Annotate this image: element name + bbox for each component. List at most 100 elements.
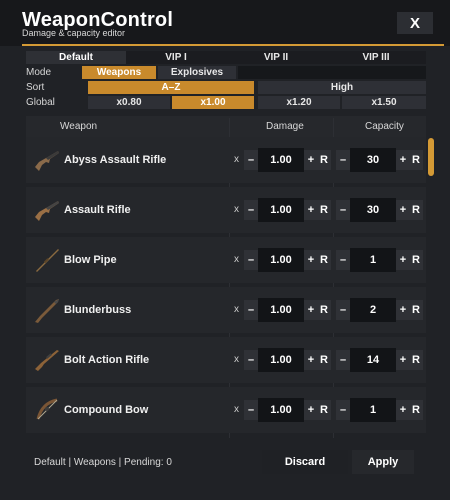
damage-decrease-button[interactable]: – xyxy=(244,250,258,270)
capacity-increase-button[interactable]: + xyxy=(396,150,410,170)
capacity-value[interactable]: 14 xyxy=(350,348,396,372)
table-row: Compound Bow x – 1.00 + R – 1 + R xyxy=(26,387,426,433)
multiplier-sign: x xyxy=(234,404,239,415)
multiplier-sign: x xyxy=(234,354,239,365)
damage-column-header: Damage xyxy=(266,121,304,132)
multiplier-sign: x xyxy=(234,204,239,215)
damage-value[interactable]: 1.00 xyxy=(258,248,304,272)
global-x150-button[interactable]: x1.50 xyxy=(342,96,426,109)
multiplier-sign: x xyxy=(234,304,239,315)
mode-label: Mode xyxy=(26,67,52,78)
mode-row: Mode Weapons Explosives xyxy=(26,66,426,79)
weapon-name: Blow Pipe xyxy=(64,254,117,266)
sort-label: Sort xyxy=(26,82,45,93)
tier-tabs: Default VIP I VIP II VIP III xyxy=(26,51,426,64)
damage-increase-button[interactable]: + xyxy=(304,250,318,270)
global-x100-button[interactable]: x1.00 xyxy=(172,96,254,109)
blow-pipe-icon xyxy=(36,249,59,272)
damage-reset-button[interactable]: R xyxy=(317,200,331,220)
damage-value[interactable]: 1.00 xyxy=(258,148,304,172)
capacity-value[interactable]: 1 xyxy=(350,398,396,422)
capacity-decrease-button[interactable]: – xyxy=(336,350,350,370)
multiplier-sign: x xyxy=(234,254,239,265)
damage-decrease-button[interactable]: – xyxy=(244,200,258,220)
status-text: Default | Weapons | Pending: 0 xyxy=(34,457,172,468)
assault-rifle-icon xyxy=(35,151,59,171)
damage-value[interactable]: 1.00 xyxy=(258,398,304,422)
capacity-value[interactable]: 2 xyxy=(350,298,396,322)
table-row: Bolt Action Rifle x – 1.00 + R – 14 + R xyxy=(26,337,426,383)
list-scrollbar[interactable] xyxy=(428,138,434,176)
capacity-increase-button[interactable]: + xyxy=(396,350,410,370)
capacity-value[interactable]: 1 xyxy=(350,248,396,272)
tab-vip-3[interactable]: VIP III xyxy=(326,51,426,64)
table-row: Blow Pipe x – 1.00 + R – 1 + R xyxy=(26,237,426,283)
damage-increase-button[interactable]: + xyxy=(304,150,318,170)
damage-reset-button[interactable]: R xyxy=(317,150,331,170)
capacity-decrease-button[interactable]: – xyxy=(336,150,350,170)
tab-default[interactable]: Default xyxy=(26,51,126,64)
sort-az-button[interactable]: A–Z xyxy=(88,81,254,94)
damage-increase-button[interactable]: + xyxy=(304,400,318,420)
damage-decrease-button[interactable]: – xyxy=(244,300,258,320)
damage-reset-button[interactable]: R xyxy=(317,350,331,370)
weapon-list: Abyss Assault Rifle x – 1.00 + R – 30 + … xyxy=(26,137,426,440)
weapon-name: Assault Rifle xyxy=(64,204,131,216)
tab-vip-2[interactable]: VIP II xyxy=(226,51,326,64)
mode-weapons-button[interactable]: Weapons xyxy=(82,66,156,79)
damage-increase-button[interactable]: + xyxy=(304,200,318,220)
apply-button[interactable]: Apply xyxy=(352,450,414,474)
damage-decrease-button[interactable]: – xyxy=(244,350,258,370)
damage-value[interactable]: 1.00 xyxy=(258,198,304,222)
capacity-reset-button[interactable]: R xyxy=(409,250,423,270)
header: WeaponControl Damage & capacity editor X xyxy=(0,0,450,46)
table-row: Blunderbuss x – 1.00 + R – 2 + R xyxy=(26,287,426,333)
blunderbuss-icon xyxy=(35,299,59,323)
bolt-rifle-icon xyxy=(35,350,59,371)
capacity-value[interactable]: 30 xyxy=(350,148,396,172)
close-button[interactable]: X xyxy=(397,12,433,34)
capacity-reset-button[interactable]: R xyxy=(409,200,423,220)
table-row: Assault Rifle x – 1.00 + R – 30 + R xyxy=(26,187,426,233)
global-label: Global xyxy=(26,97,55,108)
capacity-value[interactable]: 30 xyxy=(350,198,396,222)
capacity-decrease-button[interactable]: – xyxy=(336,400,350,420)
damage-reset-button[interactable]: R xyxy=(317,250,331,270)
weapon-name: Bolt Action Rifle xyxy=(64,354,150,366)
sort-row: Sort A–Z High xyxy=(26,81,426,94)
capacity-column-header: Capacity xyxy=(365,121,404,132)
mode-explosives-button[interactable]: Explosives xyxy=(158,66,236,79)
capacity-increase-button[interactable]: + xyxy=(396,250,410,270)
weapon-control-panel: WeaponControl Damage & capacity editor X… xyxy=(0,0,450,500)
capacity-increase-button[interactable]: + xyxy=(396,400,410,420)
capacity-increase-button[interactable]: + xyxy=(396,200,410,220)
global-row: Global x0.80 x1.00 x1.20 x1.50 xyxy=(26,96,426,109)
global-x120-button[interactable]: x1.20 xyxy=(258,96,340,109)
capacity-decrease-button[interactable]: – xyxy=(336,250,350,270)
mode-spacer xyxy=(238,66,426,79)
damage-reset-button[interactable]: R xyxy=(317,400,331,420)
multiplier-sign: x xyxy=(234,154,239,165)
capacity-decrease-button[interactable]: – xyxy=(336,200,350,220)
damage-decrease-button[interactable]: – xyxy=(244,400,258,420)
capacity-decrease-button[interactable]: – xyxy=(336,300,350,320)
damage-increase-button[interactable]: + xyxy=(304,300,318,320)
damage-value[interactable]: 1.00 xyxy=(258,298,304,322)
damage-reset-button[interactable]: R xyxy=(317,300,331,320)
sort-high-button[interactable]: High xyxy=(258,81,426,94)
capacity-increase-button[interactable]: + xyxy=(396,300,410,320)
page-subtitle: Damage & capacity editor xyxy=(22,28,126,38)
assault-rifle-icon xyxy=(35,201,59,221)
weapon-name: Compound Bow xyxy=(64,404,149,416)
damage-decrease-button[interactable]: – xyxy=(244,150,258,170)
discard-button[interactable]: Discard xyxy=(262,450,348,474)
capacity-reset-button[interactable]: R xyxy=(409,400,423,420)
damage-increase-button[interactable]: + xyxy=(304,350,318,370)
capacity-reset-button[interactable]: R xyxy=(409,300,423,320)
tab-vip-1[interactable]: VIP I xyxy=(126,51,226,64)
capacity-reset-button[interactable]: R xyxy=(409,150,423,170)
weapon-name: Abyss Assault Rifle xyxy=(64,154,167,166)
global-x080-button[interactable]: x0.80 xyxy=(88,96,170,109)
capacity-reset-button[interactable]: R xyxy=(409,350,423,370)
damage-value[interactable]: 1.00 xyxy=(258,348,304,372)
